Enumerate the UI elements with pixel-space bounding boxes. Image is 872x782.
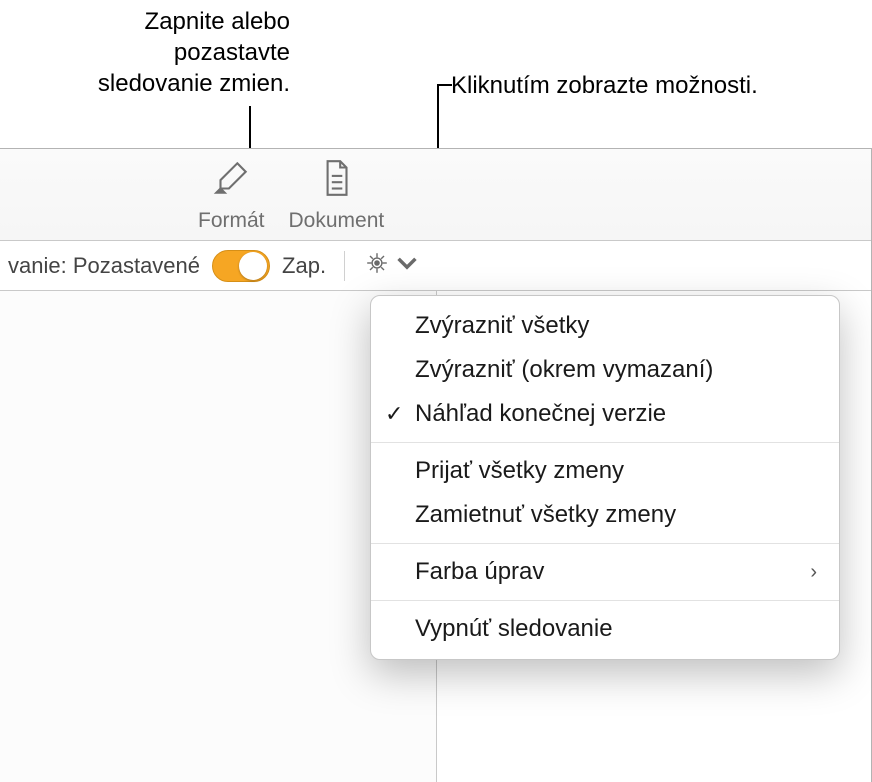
tracking-toggle[interactable] [212,250,270,282]
menu-item-label: Zamietnuť všetky zmeny [415,501,676,529]
paintbrush-icon [210,157,252,205]
menu-separator [371,600,839,601]
document-button[interactable]: Dokument [289,157,385,233]
menu-item-label: Farba úprav [415,558,544,586]
vertical-divider [344,251,345,281]
callout-line: sledovanie zmien. [0,68,290,99]
tracking-options-menu: Zvýrazniť všetky Zvýrazniť (okrem vymaza… [370,295,840,660]
tracking-status-label: vanie: Pozastavené [8,253,200,279]
gear-icon [363,249,391,283]
callout-toggle-hint: Zapnite alebo pozastavte sledovanie zmie… [0,6,290,100]
tracking-options-button[interactable] [363,249,421,283]
document-icon [315,157,357,205]
menu-item-label: Prijať všetky zmeny [415,457,624,485]
menu-turn-off-tracking[interactable]: Vypnúť sledovanie [371,607,839,651]
callout-line: pozastavte [0,37,290,68]
menu-item-label: Zvýrazniť všetky [415,312,589,340]
callout-options-hint: Kliknutím zobrazte možnosti. [451,70,861,101]
format-button[interactable]: Formát [198,157,265,233]
menu-item-label: Zvýrazniť (okrem vymazaní) [415,356,713,384]
menu-item-label: Náhľad konečnej verzie [415,400,666,428]
menu-accept-all[interactable]: Prijať všetky zmeny [371,449,839,493]
tracking-on-label: Zap. [282,253,326,279]
menu-highlight-all[interactable]: Zvýrazniť všetky [371,304,839,348]
app-window: Formát Dokument vanie: Pozastavené Zap. [0,148,872,782]
menu-highlight-except-deletions[interactable]: Zvýrazniť (okrem vymazaní) [371,348,839,392]
chevron-down-icon [393,249,421,283]
callout-leader-line [437,84,452,86]
tracking-bar: vanie: Pozastavené Zap. [0,241,871,291]
toolbar: Formát Dokument [0,149,871,241]
callout-line: Zapnite alebo [0,6,290,37]
toolbar-label: Dokument [289,209,385,233]
toolbar-label: Formát [198,209,265,233]
menu-preview-final[interactable]: Náhľad konečnej verzie [371,392,839,436]
toggle-knob [239,252,267,280]
menu-item-label: Vypnúť sledovanie [415,615,613,643]
menu-reject-all[interactable]: Zamietnuť všetky zmeny [371,493,839,537]
chevron-right-icon: › [810,561,817,584]
menu-separator [371,543,839,544]
menu-edit-color[interactable]: Farba úprav › [371,550,839,594]
menu-separator [371,442,839,443]
